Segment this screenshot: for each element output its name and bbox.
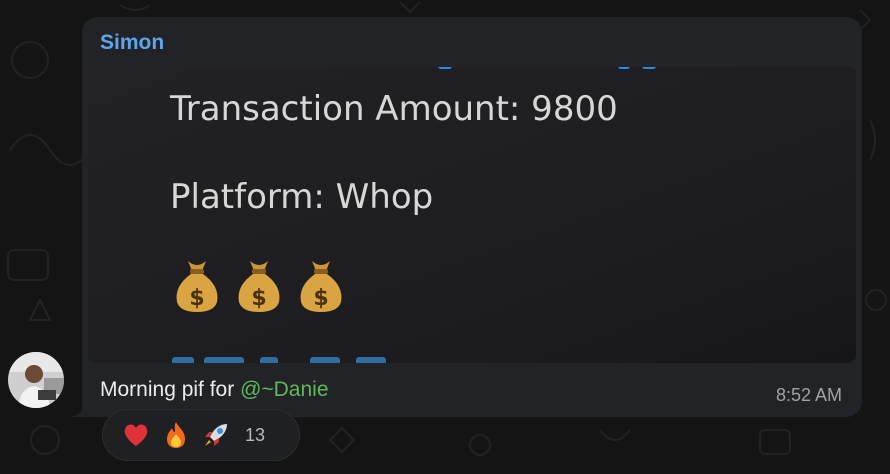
message-image[interactable]: Transaction Amount: 9800 Platform: Whop … [88,67,856,363]
svg-text:$: $ [189,286,204,311]
bubble-tail [70,398,94,417]
svg-text:$: $ [313,286,328,311]
cropped-text-bottom [172,357,386,363]
cropped-text-top [438,67,656,69]
avatar-photo-icon [8,352,64,408]
transaction-amount-text: Transaction Amount: 9800 [170,89,618,129]
fire-icon[interactable] [161,420,191,450]
platform-text: Platform: Whop [170,177,434,217]
sender-avatar[interactable] [8,352,64,408]
reactions-bar[interactable]: 13 [102,409,300,461]
money-bag-icon: $ [238,261,280,312]
money-bag-icon: $ [300,261,342,312]
money-bag-emoji-row: $ $ $ [174,255,344,313]
red-heart-icon[interactable] [121,420,151,450]
reaction-count: 13 [245,424,266,445]
svg-text:$: $ [251,286,266,311]
sender-name[interactable]: Simon [100,31,164,55]
message-bubble[interactable]: Simon Transaction Amount: 9800 Platform:… [82,17,862,417]
caption-text: Morning pif for [100,378,241,401]
user-mention-link[interactable]: @~Danie [240,378,328,401]
money-bag-icon: $ [176,261,218,312]
message-timestamp: 8:52 AM [775,385,842,405]
rocket-icon[interactable] [201,420,231,450]
message-caption: Morning pif for @~Danie [100,378,329,402]
